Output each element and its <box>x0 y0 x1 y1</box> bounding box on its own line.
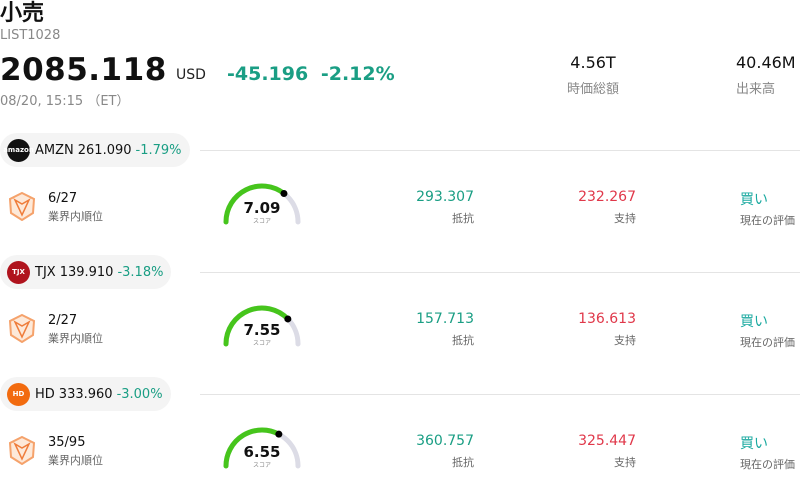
rating-value[interactable]: 買い <box>740 433 768 453</box>
industry-rank-icon <box>8 313 36 344</box>
support-label: 支持 <box>614 456 636 469</box>
industry-rank-label: 業界内順位 <box>48 454 103 467</box>
market-cap-value: 4.56T <box>570 53 616 72</box>
market-cap-label: 時価総額 <box>566 82 619 97</box>
support-label: 支持 <box>614 334 636 347</box>
tjx-logo-icon: TJX <box>7 260 30 284</box>
timestamp: 08/20, 15:15 （ET） <box>0 94 130 109</box>
industry-rank-label: 業界内順位 <box>48 332 103 345</box>
ticker-change: -3.18% <box>117 264 164 280</box>
resistance-label: 抵抗 <box>452 334 474 347</box>
resistance-value: 360.757 <box>416 433 474 449</box>
resistance-label: 抵抗 <box>452 456 474 469</box>
ticker-price: 261.090 <box>77 142 132 158</box>
resistance-label: 抵抗 <box>452 212 474 225</box>
volume-stat: 40.46M 出来高 <box>736 53 800 97</box>
ticker-symbol: TJX <box>35 264 56 280</box>
industry-rank-label: 業界内順位 <box>48 210 103 223</box>
volume-label: 出来高 <box>736 82 776 97</box>
ticker-price: 139.910 <box>59 264 114 280</box>
gauge-needle-dot <box>275 430 283 438</box>
industry-title: 小売 <box>0 1 45 26</box>
rating-label: 現在の評価 <box>740 336 795 349</box>
row-divider <box>200 150 800 151</box>
score-label: スコア <box>252 340 271 347</box>
ticker-price: 333.960 <box>58 386 113 402</box>
ticker-chip-hd[interactable]: HD HD 333.960 -3.00% <box>0 377 171 411</box>
score-value: 7.55 <box>243 321 281 339</box>
score-value: 6.55 <box>243 443 281 461</box>
score-label: スコア <box>252 218 271 225</box>
rating-label: 現在の評価 <box>740 458 795 471</box>
industry-code: LIST1028 <box>0 28 61 43</box>
support-label: 支持 <box>614 212 636 225</box>
rating-label: 現在の評価 <box>740 214 795 227</box>
amazon-logo-icon: amazon <box>3 138 34 162</box>
gauge-needle-dot <box>280 189 288 197</box>
ticker-change: -1.79% <box>135 142 182 158</box>
industry-rank-icon <box>8 435 36 466</box>
volume-value: 40.46M <box>736 53 796 72</box>
price-change: -45.196 -2.12% <box>227 63 395 85</box>
row-divider <box>200 272 800 273</box>
support-value: 136.613 <box>578 311 636 327</box>
industry-rank-value: 35/95 <box>48 435 86 450</box>
rating-value[interactable]: 買い <box>740 311 768 331</box>
industry-rank-value: 6/27 <box>48 191 78 206</box>
resistance-value: 293.307 <box>416 189 474 205</box>
resistance-value: 157.713 <box>416 311 474 327</box>
score-value: 7.09 <box>243 199 281 217</box>
currency-label: USD <box>176 67 206 83</box>
ticker-change: -3.00% <box>116 386 163 402</box>
ticker-chip-amzn[interactable]: amazon AMZN 261.090 -1.79% <box>0 133 190 167</box>
ticker-symbol: AMZN <box>35 142 74 158</box>
support-value: 232.267 <box>578 189 636 205</box>
row-divider <box>200 394 800 395</box>
industry-rank-icon <box>8 191 36 222</box>
industry-rank-value: 2/27 <box>48 313 78 328</box>
change-percent: -2.12% <box>320 63 395 85</box>
home-depot-logo-icon: HD <box>7 382 30 406</box>
market-cap-stat: 4.56T 時価総額 <box>556 53 630 97</box>
rating-value[interactable]: 買い <box>740 189 768 209</box>
score-label: スコア <box>252 462 271 469</box>
support-value: 325.447 <box>578 433 636 449</box>
ticker-chip-tjx[interactable]: TJX TJX 139.910 -3.18% <box>0 255 172 289</box>
index-price: 2085.118 <box>0 52 167 88</box>
change-absolute: -45.196 <box>227 63 309 85</box>
ticker-symbol: HD <box>35 386 55 402</box>
